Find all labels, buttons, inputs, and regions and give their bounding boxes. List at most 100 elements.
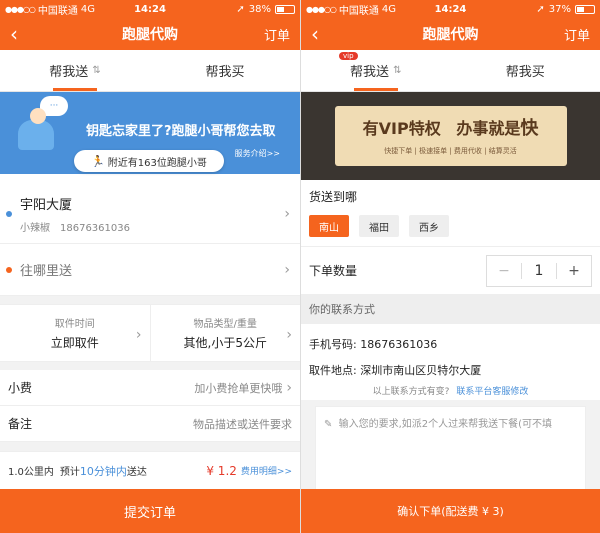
tip-row[interactable]: 小费 加小费抢单更快哦 ›: [0, 370, 300, 406]
contact-info: 手机号码: 18676361036 取件地点: 深圳市南山区贝特尔大厦 以上联系…: [301, 324, 600, 408]
tab-bar: vip 帮我送 ⇅ 帮我买: [301, 50, 600, 92]
swap-icon: ⇅: [393, 65, 402, 76]
quantity-row: 下单数量 − 1 +: [301, 246, 600, 294]
vip-title-b: 办事就是: [456, 119, 521, 138]
item-type-label: 物品类型/重量: [193, 319, 257, 330]
pickup-location-label: 取件地点:: [309, 364, 357, 377]
quantity-value[interactable]: 1: [522, 263, 556, 279]
nav-bar: ‹ 跑腿代购 订单: [0, 18, 300, 50]
phone-label: 手机号码:: [309, 338, 357, 351]
pickup-contact-name: 小辣椒: [20, 222, 50, 234]
nav-bar: ‹ 跑腿代购 订单: [301, 18, 600, 50]
battery-icon: [275, 4, 296, 14]
vip-title-c: 快: [520, 118, 539, 139]
remark-row[interactable]: 备注 物品描述或送件要求: [0, 406, 300, 442]
location-icon: ➚: [236, 3, 245, 15]
vip-badge: vip: [339, 52, 358, 60]
page-title: 跑腿代购: [422, 27, 479, 43]
clock: 14:24: [134, 3, 166, 15]
chevron-right-icon: ›: [135, 327, 142, 343]
back-icon[interactable]: ‹: [311, 22, 351, 46]
chevron-right-icon: ›: [284, 261, 290, 278]
back-icon[interactable]: ‹: [10, 22, 50, 46]
remark-label: 备注: [8, 417, 33, 431]
signal-icon: ●●●○○: [5, 4, 36, 14]
tab-buy[interactable]: 帮我买: [451, 50, 600, 91]
orders-button[interactable]: 订单: [550, 25, 590, 44]
signal-icon: ●●●○○: [306, 4, 337, 14]
pickup-address-row[interactable]: 宇阳大厦 小辣椒 18676361036 ›: [0, 174, 300, 244]
price-value: ¥ 1.2: [206, 463, 237, 478]
tab-send[interactable]: vip 帮我送 ⇅: [301, 50, 451, 91]
vip-title-a: 有VIP特权: [362, 119, 441, 138]
network: 4G: [80, 3, 96, 15]
banner-title: 钥匙忘家里了?跑腿小哥帮您去取: [86, 124, 276, 139]
submit-order-button[interactable]: 提交订单: [0, 489, 300, 533]
delivery-area-section: 货送到哪 南山 福田 西乡: [301, 180, 600, 246]
pickup-address-name: 宇阳大厦: [20, 197, 73, 213]
tab-buy-label: 帮我买: [205, 65, 245, 80]
dropoff-address-row[interactable]: 往哪里送 ›: [0, 244, 300, 296]
tab-buy[interactable]: 帮我买: [150, 50, 300, 91]
tab-send[interactable]: 帮我送 ⇅: [0, 50, 150, 91]
nearby-runners-badge: 🏃 附近有163位跑腿小哥: [74, 150, 224, 172]
pickup-time-value: 立即取件: [50, 336, 99, 350]
tab-send-label: 帮我送: [350, 65, 390, 80]
rider-head-illustration: [30, 108, 46, 124]
item-type-value: 其他,小于5公斤: [183, 336, 267, 350]
network: 4G: [381, 3, 397, 15]
page-title: 跑腿代购: [122, 27, 178, 43]
address-section: 宇阳大厦 小辣椒 18676361036 › 往哪里送 ›: [0, 174, 300, 296]
district-chip-nanshan[interactable]: 南山: [309, 215, 349, 237]
pickup-time-selector[interactable]: 取件时间 立即取件 ›: [0, 305, 150, 361]
quantity-label: 下单数量: [309, 264, 358, 278]
left-screen: ●●●○○ 中国联通 4G 14:24 ➚ 38% ‹ 跑腿代购 订单 帮我送 …: [0, 0, 300, 533]
vip-subtitle: 快捷下单 | 极速接单 | 费用代收 | 结算灵活: [384, 147, 517, 155]
tab-bar: 帮我送 ⇅ 帮我买: [0, 50, 300, 92]
contact-support-link[interactable]: 联系平台客服修改: [456, 387, 528, 397]
tip-label: 小费: [8, 381, 33, 395]
service-intro-link[interactable]: 服务介绍>>: [235, 148, 280, 159]
status-bar: ●●●○○ 中国联通 4G 14:24 ➚ 37%: [301, 0, 600, 18]
item-type-selector[interactable]: 物品类型/重量 其他,小于5公斤 ›: [149, 305, 301, 361]
remark-input[interactable]: 物品描述或送件要求: [193, 416, 292, 432]
right-screen: ●●●○○ 中国联通 4G 14:24 ➚ 37% ‹ 跑腿代购 订单 vip …: [300, 0, 600, 533]
carrier: 中国联通: [338, 5, 379, 17]
location-icon: ➚: [536, 3, 545, 15]
district-chip-xixiang[interactable]: 西乡: [409, 215, 449, 237]
runner-icon: 🏃: [91, 154, 105, 168]
district-chip-futian[interactable]: 福田: [359, 215, 399, 237]
vip-card: 有VIP特权 办事就是快 快捷下单 | 极速接单 | 费用代收 | 结算灵活: [334, 106, 567, 166]
tab-buy-label: 帮我买: [505, 65, 545, 80]
battery-percent: 37%: [548, 3, 571, 15]
scooter-rider-illustration: [18, 120, 54, 150]
chevron-right-icon: ›: [284, 205, 290, 222]
requirements-textarea[interactable]: ✎ 输入您的要求,如派2个人过来帮我送下餐(可不填: [315, 406, 586, 492]
minus-button[interactable]: −: [487, 262, 522, 279]
pickup-options: 取件时间 立即取件 › 物品类型/重量 其他,小于5公斤 ›: [0, 304, 300, 362]
vip-banner[interactable]: 有VIP特权 办事就是快 快捷下单 | 极速接单 | 费用代收 | 结算灵活: [301, 92, 600, 180]
swap-icon: ⇅: [92, 65, 101, 76]
carrier: 中国联通: [37, 5, 78, 17]
contact-header: 你的联系方式: [301, 294, 600, 324]
quantity-stepper[interactable]: − 1 +: [486, 254, 592, 287]
orders-button[interactable]: 订单: [250, 25, 290, 44]
estimate-bar: 1.0公里内 预计 10分钟内 送达 ¥ 1.2 费用明细>>: [0, 451, 300, 489]
delivery-area-label: 货送到哪: [309, 190, 358, 204]
pencil-icon: ✎: [324, 419, 333, 430]
requirements-placeholder: 输入您的要求,如派2个人过来帮我送下餐(可不填: [338, 419, 553, 430]
eta-value: 10分钟内: [79, 464, 127, 478]
pickup-contact-phone: 18676361036: [60, 222, 130, 234]
dropoff-placeholder: 往哪里送: [20, 264, 73, 279]
plus-button[interactable]: +: [556, 262, 591, 279]
nearby-text: 附近有163位跑腿小哥: [107, 157, 207, 169]
confirm-order-button[interactable]: 确认下单(配送费 ¥ 3): [301, 489, 600, 533]
chevron-right-icon: ›: [286, 379, 292, 396]
battery-percent: 38%: [248, 3, 272, 15]
fee-detail-link[interactable]: 费用明细>>: [241, 464, 292, 477]
eta-prefix: 预计: [59, 467, 80, 478]
eta-suffix: 送达: [126, 467, 147, 478]
pickup-location-value: 深圳市南山区贝特尔大厦: [360, 364, 482, 377]
contact-changed-text: 以上联系方式有变?: [372, 387, 450, 397]
tip-value: 加小费抢单更快哦: [194, 381, 283, 395]
